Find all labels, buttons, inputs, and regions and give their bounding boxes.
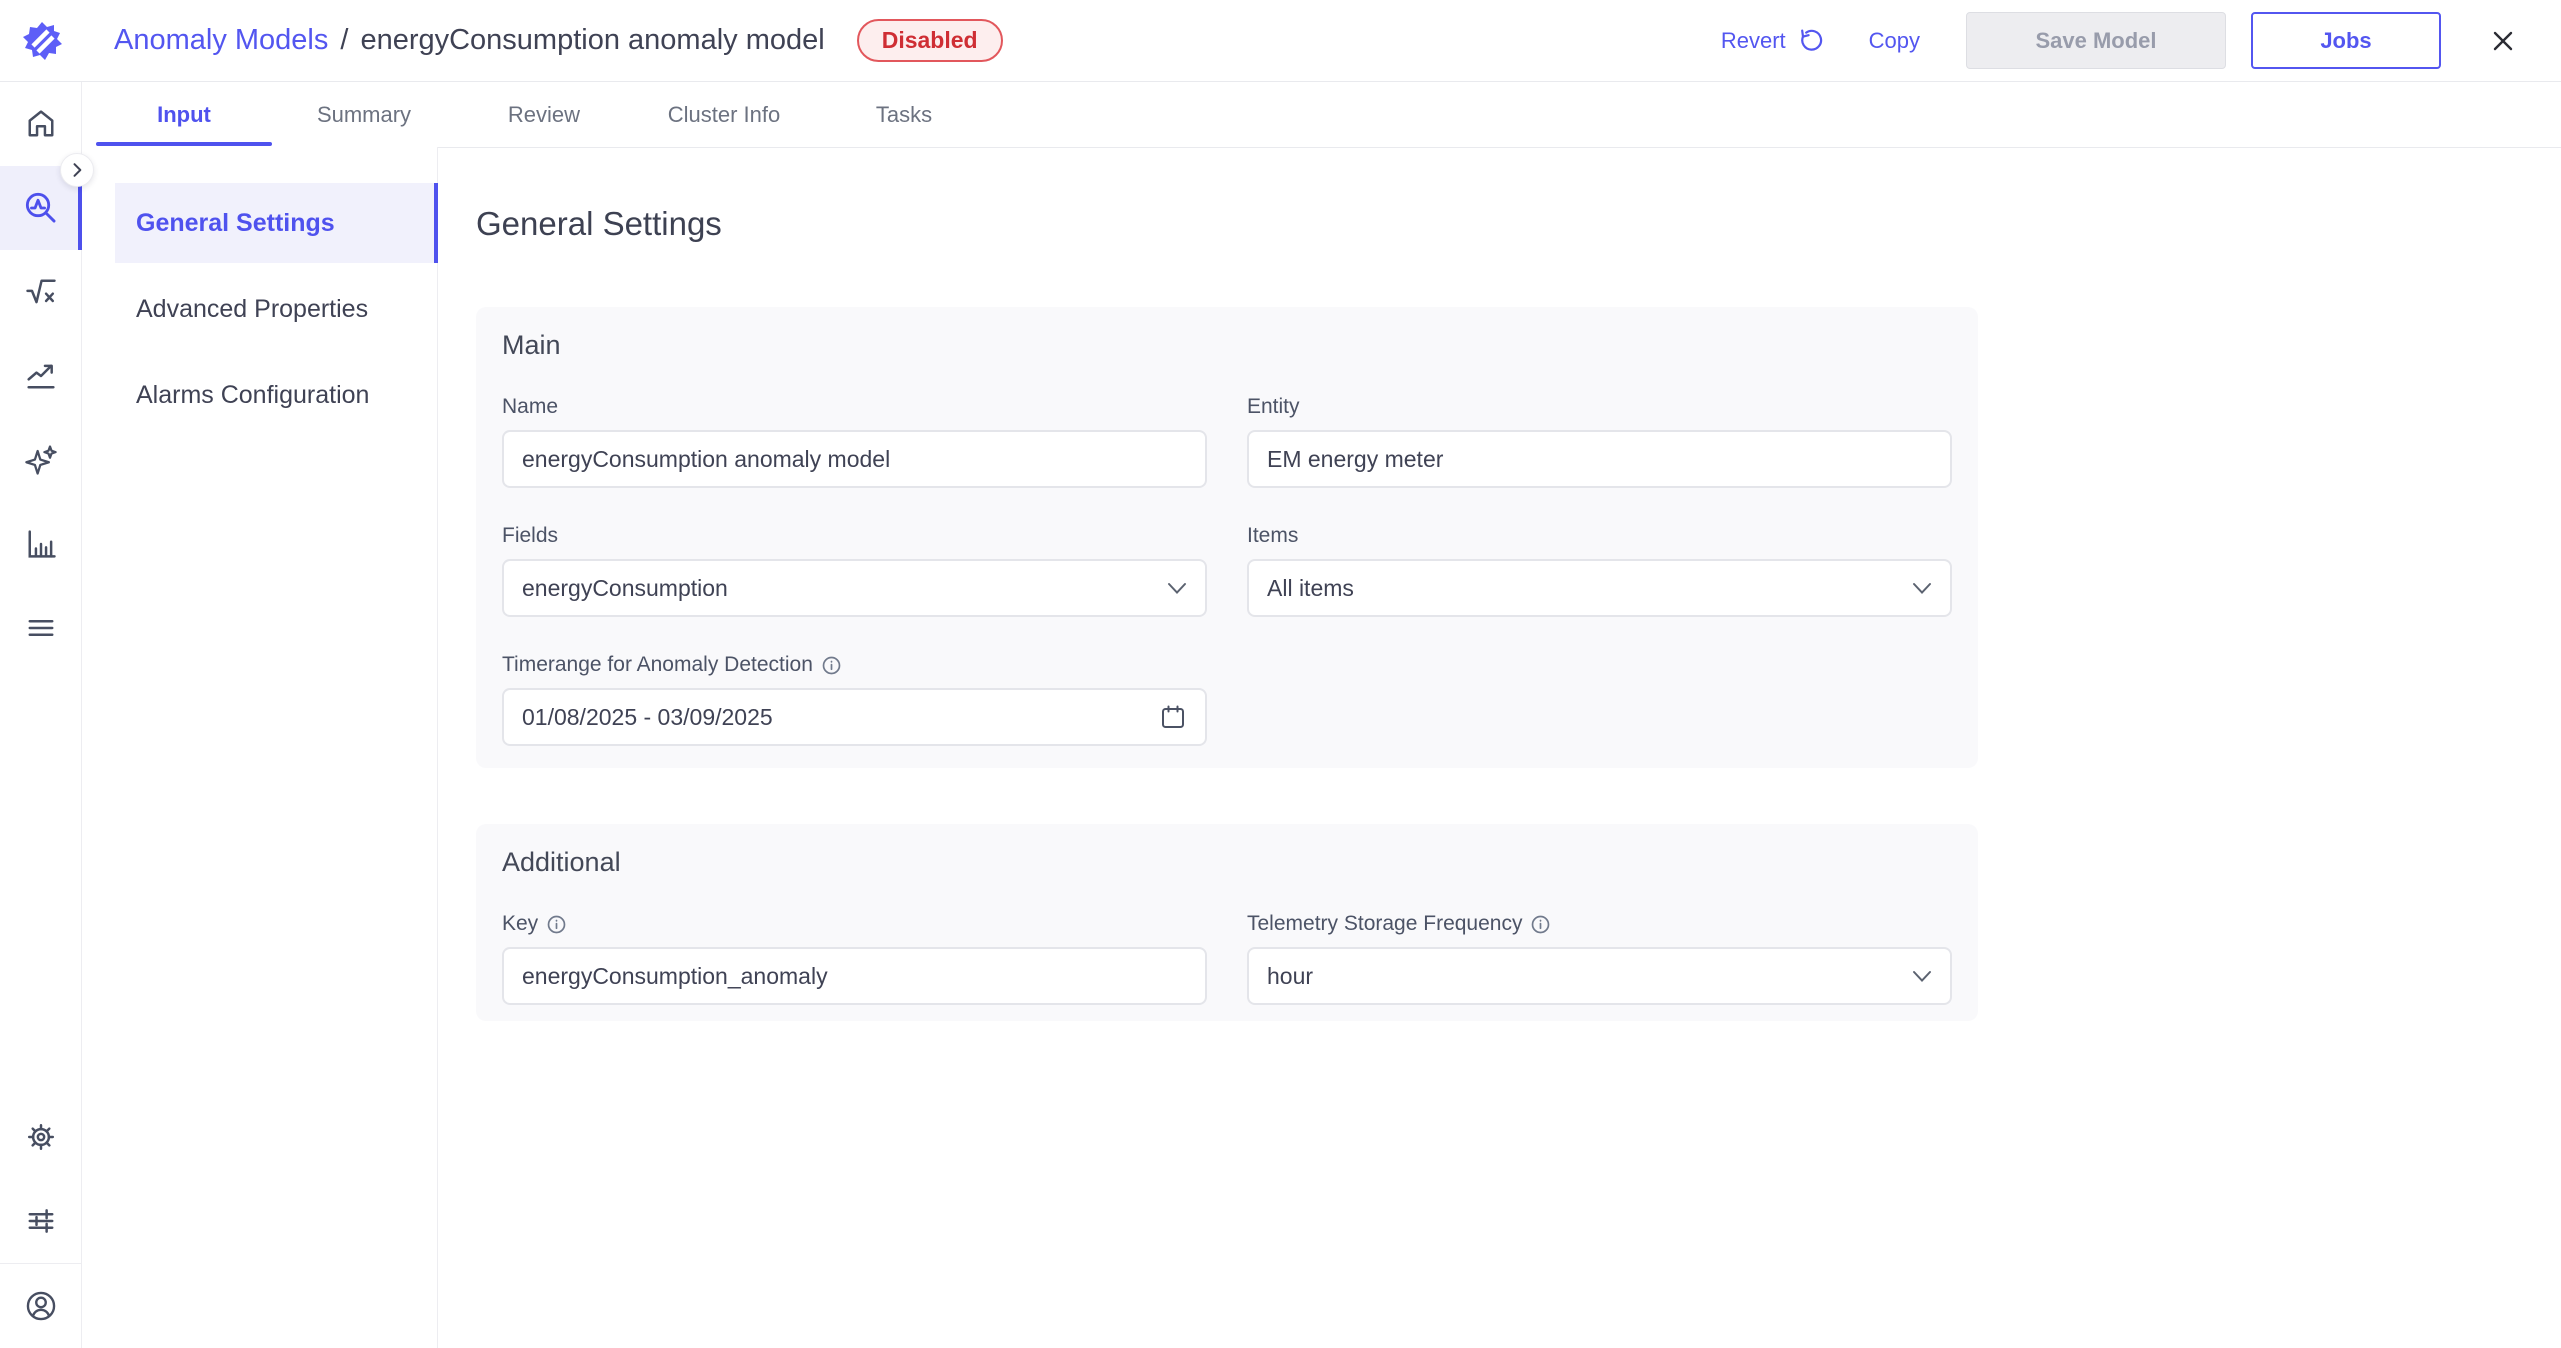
field-key-label: Key (502, 912, 1207, 936)
rail-item-home[interactable] (0, 82, 81, 166)
calendar-icon[interactable] (1159, 703, 1187, 731)
timerange-input[interactable]: 01/08/2025 - 03/09/2025 (502, 688, 1207, 746)
settings-sidenav: General Settings Advanced Properties Ala… (82, 147, 438, 1348)
close-icon[interactable] (2487, 25, 2519, 57)
section-main: Main Name Entity Fields energyConsumptio… (476, 307, 1978, 768)
copy-button[interactable]: Copy (1869, 28, 1920, 54)
field-key: Key (502, 912, 1207, 1005)
jobs-button[interactable]: Jobs (2251, 12, 2441, 69)
field-fields-label: Fields (502, 524, 1207, 548)
timerange-value: 01/08/2025 - 03/09/2025 (522, 704, 773, 731)
info-icon[interactable] (1531, 915, 1550, 934)
app-logo-icon (20, 19, 64, 63)
sidenav-item-general-settings[interactable]: General Settings (115, 183, 437, 263)
entity-input[interactable] (1247, 430, 1952, 488)
chevron-down-icon (1912, 582, 1932, 595)
info-icon[interactable] (822, 656, 841, 675)
fields-select-value: energyConsumption (522, 575, 728, 602)
sparkles-icon (23, 442, 59, 478)
tab-bar: Input Summary Review Cluster Info Tasks (82, 82, 2561, 148)
section-additional-title: Additional (502, 846, 1952, 878)
page-title: General Settings (476, 204, 2561, 244)
field-telemetry-label: Telemetry Storage Frequency (1247, 912, 1952, 936)
revert-button[interactable]: Revert (1721, 28, 1823, 54)
rail-item-profile[interactable] (0, 1264, 81, 1348)
telemetry-frequency-value: hour (1267, 963, 1313, 990)
formula-icon (23, 274, 59, 310)
sidenav-item-advanced-properties[interactable]: Advanced Properties (115, 269, 437, 349)
field-timerange: Timerange for Anomaly Detection 01/08/20… (502, 653, 1207, 746)
tab-cluster-info[interactable]: Cluster Info (634, 82, 814, 147)
field-name: Name (502, 395, 1207, 488)
trend-chart-icon (23, 358, 59, 394)
tab-summary[interactable]: Summary (274, 82, 454, 147)
tab-review[interactable]: Review (454, 82, 634, 147)
breadcrumb: Anomaly Models / energyConsumption anoma… (114, 24, 825, 57)
telemetry-label-text: Telemetry Storage Frequency (1247, 912, 1522, 936)
section-additional: Additional Key Telemetry (476, 824, 1978, 1021)
fields-select[interactable]: energyConsumption (502, 559, 1207, 617)
header: Anomaly Models / energyConsumption anoma… (0, 0, 2561, 82)
key-input[interactable] (502, 947, 1207, 1005)
tab-input[interactable]: Input (94, 82, 274, 147)
field-items-label: Items (1247, 524, 1952, 548)
copy-label: Copy (1869, 28, 1920, 54)
rail-spacer (0, 670, 81, 1095)
rail-item-settings[interactable] (0, 1095, 81, 1179)
chevron-right-icon (67, 160, 87, 180)
rail-item-sliders[interactable] (0, 1179, 81, 1263)
field-timerange-label: Timerange for Anomaly Detection (502, 653, 1207, 677)
main-content: General Settings Main Name Entity Fields (439, 147, 2561, 1348)
items-select-value: All items (1267, 575, 1354, 602)
tab-tasks[interactable]: Tasks (814, 82, 994, 147)
telemetry-frequency-select[interactable]: hour (1247, 947, 1952, 1005)
save-model-button[interactable]: Save Model (1966, 12, 2226, 69)
section-main-title: Main (502, 329, 1952, 361)
profile-icon (22, 1287, 60, 1325)
rail-item-bar-chart[interactable] (0, 502, 81, 586)
name-input[interactable] (502, 430, 1207, 488)
rail-item-trend[interactable] (0, 334, 81, 418)
revert-undo-icon (1797, 28, 1823, 54)
status-badge: Disabled (857, 19, 1003, 63)
field-name-label: Name (502, 395, 1207, 419)
sliders-icon (23, 1203, 59, 1239)
breadcrumb-current: energyConsumption anomaly model (360, 24, 824, 57)
menu-icon (23, 610, 59, 646)
timerange-label-text: Timerange for Anomaly Detection (502, 653, 813, 677)
sidenav-item-alarms-configuration[interactable]: Alarms Configuration (115, 355, 437, 435)
settings-gear-icon (23, 1119, 59, 1155)
rail-item-menu[interactable] (0, 586, 81, 670)
info-icon[interactable] (547, 915, 566, 934)
rail-item-formula[interactable] (0, 250, 81, 334)
sidebar-expand-button[interactable] (60, 153, 94, 187)
chevron-down-icon (1167, 582, 1187, 595)
items-select[interactable]: All items (1247, 559, 1952, 617)
revert-label: Revert (1721, 28, 1786, 54)
field-items: Items All items (1247, 524, 1952, 617)
bar-chart-icon (23, 526, 59, 562)
field-fields: Fields energyConsumption (502, 524, 1207, 617)
chevron-down-icon (1912, 970, 1932, 983)
breadcrumb-parent-link[interactable]: Anomaly Models (114, 24, 328, 57)
field-entity-label: Entity (1247, 395, 1952, 419)
field-telemetry-frequency: Telemetry Storage Frequency hour (1247, 912, 1952, 1005)
rail-item-sparkles[interactable] (0, 418, 81, 502)
home-icon (23, 106, 59, 142)
key-label-text: Key (502, 912, 538, 936)
header-actions: Revert Copy Save Model Jobs (1721, 12, 2519, 69)
breadcrumb-separator: / (340, 24, 348, 57)
field-entity: Entity (1247, 395, 1952, 488)
anomaly-search-icon (22, 189, 60, 227)
app-window: Anomaly Models / energyConsumption anoma… (0, 0, 2561, 1348)
icon-rail (0, 82, 82, 1348)
